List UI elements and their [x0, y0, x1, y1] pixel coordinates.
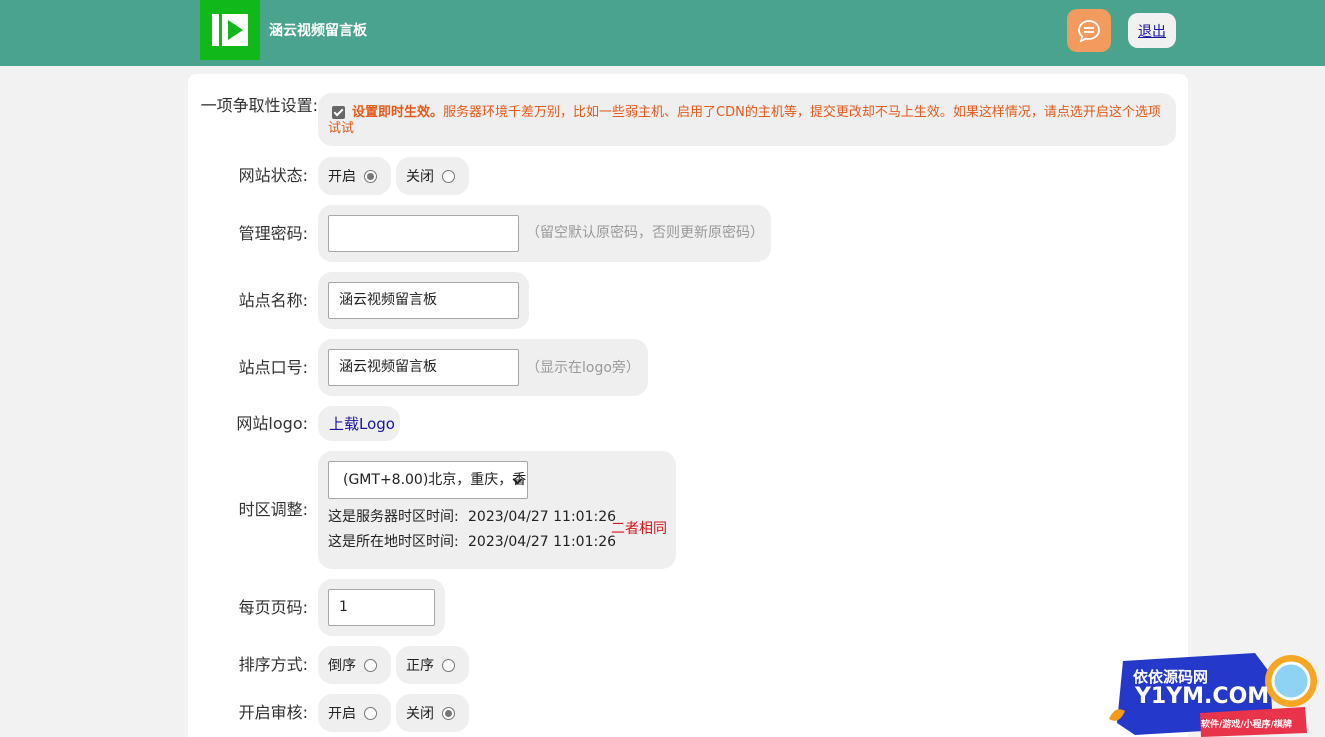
per-page-input[interactable]: 1: [328, 589, 435, 626]
review-off-label: 关闭: [406, 706, 434, 722]
watermark-line3: 软件/游戏/小程序/棋牌: [1201, 720, 1292, 730]
timezone-select[interactable]: (GMT+8.00)北京，重庆，香港: [328, 461, 528, 499]
per-page-label: 每页页码:: [238, 598, 308, 617]
local-time-value: 2023/04/27 11:01:26: [468, 534, 617, 550]
watermark-line2: Y1YM.COM: [1135, 684, 1270, 709]
instant-setting-label: 一项争取性设置:: [200, 96, 318, 115]
site-status-close-radio[interactable]: [442, 170, 455, 183]
instant-setting-text: 服务器环境千差万别，比如一些弱主机、启用了CDN的主机等，提交更改却不马上生效。…: [328, 105, 1161, 136]
local-time-label: 这是所在地时区时间:: [328, 534, 459, 550]
instant-setting-title: 设置即时生效。: [352, 105, 444, 120]
admin-password-label: 管理密码:: [238, 224, 308, 243]
site-name-input[interactable]: 涵云视频留言板: [328, 282, 519, 319]
sort-desc-radio[interactable]: [364, 659, 377, 672]
message-button[interactable]: [1067, 9, 1111, 52]
timezone-same-note: 二者相同: [611, 521, 667, 537]
admin-password-hint: （留空默认原密码，否则更新原密码）: [526, 225, 764, 241]
sort-order-label: 排序方式:: [238, 655, 308, 674]
chat-bubble-icon: [1078, 20, 1100, 43]
sort-asc-radio[interactable]: [442, 659, 455, 672]
site-slogan-label: 站点口号:: [238, 358, 308, 377]
timezone-label: 时区调整:: [238, 500, 308, 519]
review-off-radio[interactable]: [442, 707, 455, 720]
site-status-label: 网站状态:: [238, 166, 308, 185]
sort-asc-label: 正序: [406, 658, 434, 674]
site-title: 涵云视频留言板: [269, 23, 367, 39]
timezone-select-value: (GMT+8.00)北京，重庆，香港: [343, 472, 528, 488]
server-time-label: 这是服务器时区时间:: [328, 509, 459, 525]
instant-setting-notice: 设置即时生效。服务器环境千差万别，比如一些弱主机、启用了CDN的主机等，提交更改…: [328, 105, 1168, 137]
top-bar: 涵云视频留言板 退出: [0, 0, 1325, 66]
site-status-close-label: 关闭: [406, 169, 434, 185]
site-logo-label: 网站logo:: [236, 414, 308, 433]
server-time-value: 2023/04/27 11:01:26: [468, 509, 617, 525]
site-slogan-input[interactable]: 涵云视频留言板: [328, 349, 519, 386]
watermark-badge: 依依源码网 Y1YM.COM 软件/游戏/小程序/棋牌: [1105, 645, 1325, 737]
site-slogan-hint: （显示在logo旁）: [526, 360, 640, 376]
site-status-open-radio[interactable]: [364, 170, 377, 183]
review-on-radio[interactable]: [364, 707, 377, 720]
sort-desc-label: 倒序: [328, 658, 356, 674]
site-status-open-label: 开启: [328, 169, 356, 185]
play-logo-icon[interactable]: [200, 0, 260, 60]
site-name-label: 站点名称:: [238, 291, 308, 310]
logout-button[interactable]: 退出: [1128, 13, 1176, 48]
review-label: 开启审核:: [238, 703, 308, 722]
admin-password-input[interactable]: [328, 215, 519, 252]
upload-logo-link[interactable]: 上载Logo: [329, 414, 395, 434]
review-on-label: 开启: [328, 706, 356, 722]
